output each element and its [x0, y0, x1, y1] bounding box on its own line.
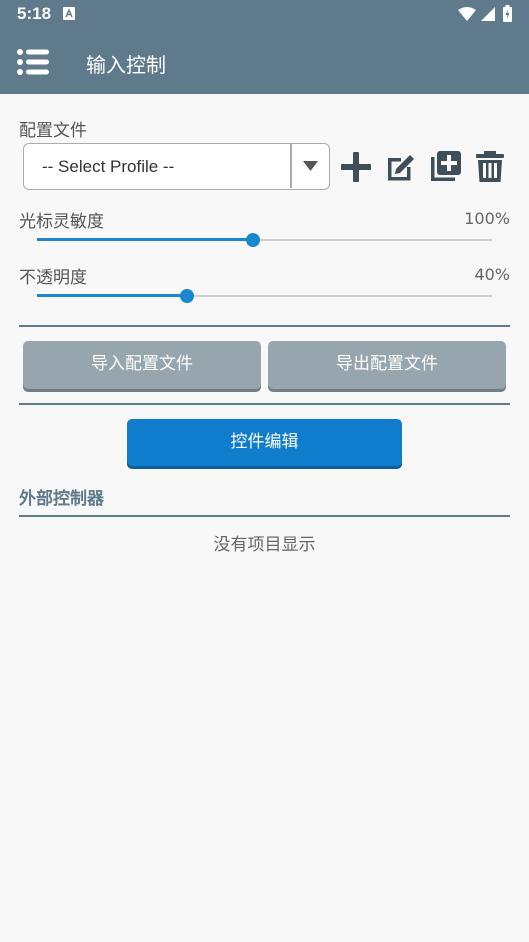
duplicate-icon[interactable]: [428, 150, 462, 184]
cursor-sensitivity-value: 100%: [464, 209, 510, 228]
cursor-sensitivity-label: 光标灵敏度: [19, 212, 104, 232]
external-controllers-header: 外部控制器: [19, 489, 104, 509]
empty-list-text: 没有项目显示: [213, 535, 316, 555]
edit-icon[interactable]: [384, 150, 418, 184]
battery-icon: [503, 5, 512, 22]
opacity-value: 40%: [474, 265, 510, 284]
add-icon[interactable]: [339, 150, 373, 184]
page-title: 输入控制: [86, 53, 166, 77]
slider-fill: [37, 238, 254, 241]
slider-fill: [37, 294, 188, 297]
slider-thumb[interactable]: [246, 233, 261, 247]
profile-select[interactable]: -- Select Profile --: [23, 143, 330, 190]
edit-controls-button[interactable]: 控件编辑: [127, 419, 402, 466]
divider: [19, 403, 510, 405]
opacity-slider[interactable]: [37, 288, 492, 304]
opacity-label: 不透明度: [19, 268, 87, 288]
select-divider: [290, 144, 292, 188]
profile-label: 配置文件: [19, 121, 87, 141]
status-time: 5:18: [17, 4, 52, 23]
import-profile-button[interactable]: 导入配置文件: [23, 341, 261, 389]
cursor-sensitivity-slider[interactable]: [37, 232, 492, 248]
menu-icon[interactable]: [17, 49, 49, 75]
app-bar: 输入控制: [0, 29, 529, 94]
notification-icon: [63, 7, 75, 20]
delete-icon[interactable]: [473, 150, 507, 184]
chevron-down-icon: [303, 161, 318, 171]
profile-select-value: -- Select Profile --: [42, 157, 175, 176]
signal-icon: [481, 7, 495, 21]
divider: [19, 515, 510, 517]
status-bar: 5:18: [0, 0, 529, 29]
divider: [19, 325, 510, 327]
slider-thumb[interactable]: [180, 289, 195, 303]
export-profile-button[interactable]: 导出配置文件: [268, 341, 506, 389]
wifi-icon: [458, 7, 476, 21]
